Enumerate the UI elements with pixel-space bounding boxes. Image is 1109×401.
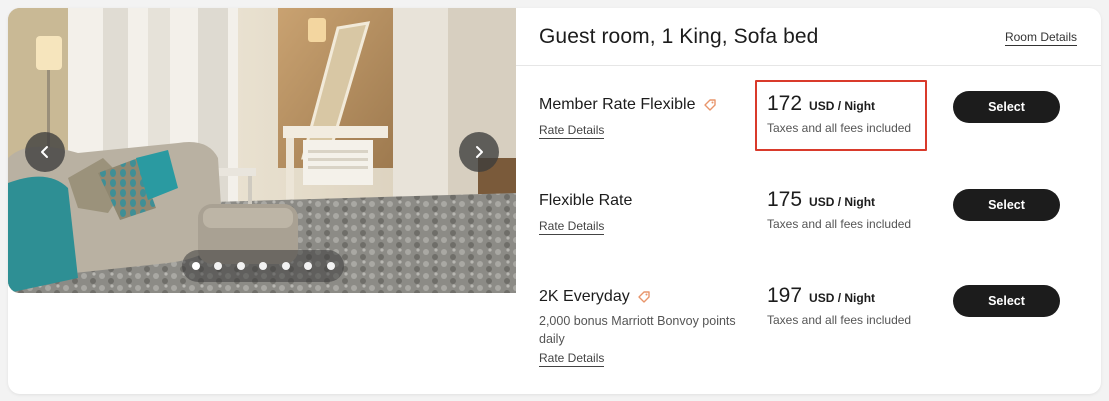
rate-row-flexible: Flexible Rate Rate Details 175 USD / Nig… (516, 162, 1101, 258)
rate-name: Member Rate Flexible (539, 96, 717, 114)
select-button[interactable]: Select (953, 285, 1060, 317)
price: 197 USD / Night (767, 284, 875, 308)
rate-name-label: Member Rate Flexible (539, 96, 696, 113)
rate-name-label: 2K Everyday (539, 288, 630, 305)
rate-name: Flexible Rate (539, 192, 632, 210)
tag-icon (703, 99, 716, 111)
rate-name-label: Flexible Rate (539, 192, 633, 209)
price-note: Taxes and all fees included (767, 313, 912, 327)
room-card: Guest room, 1 King, Sofa bed Room Detail… (8, 8, 1101, 394)
carousel-dot[interactable] (214, 262, 222, 270)
room-photo-carousel[interactable] (8, 8, 516, 293)
price-unit: USD / Night (809, 291, 876, 305)
carousel-dot[interactable] (281, 262, 290, 270)
rate-name: 2K Everyday (539, 288, 651, 306)
price-unit: USD / Night (809, 195, 876, 209)
price-amount: 197 (767, 284, 803, 307)
room-details-link[interactable]: Room Details (1004, 30, 1077, 46)
carousel-prev-button[interactable] (25, 132, 65, 172)
rate-details-link[interactable]: Rate Details (539, 351, 605, 367)
tag-icon (638, 291, 650, 303)
carousel-dot[interactable] (326, 262, 335, 270)
select-button[interactable]: Select (953, 91, 1060, 123)
rate-details-link[interactable]: Rate Details (539, 123, 605, 139)
carousel-dot[interactable] (191, 262, 200, 270)
rate-description: 2,000 bonus Marriott Bonvoy points daily (539, 314, 736, 346)
chevron-left-icon (41, 146, 48, 158)
carousel-dot[interactable] (236, 262, 245, 270)
rate-row-2k-everyday: 2K Everyday 2,000 bonus Marriott Bonvoy … (516, 258, 1101, 394)
carousel-dot[interactable] (259, 262, 267, 270)
rate-details-link[interactable]: Rate Details (539, 219, 605, 235)
carousel-next-button[interactable] (459, 132, 499, 172)
price-note: Taxes and all fees included (767, 217, 912, 231)
select-button[interactable]: Select (953, 189, 1060, 221)
price: 175 USD / Night (767, 188, 875, 212)
price-amount: 175 (767, 188, 803, 211)
carousel-pagination (182, 250, 344, 282)
price-highlight-box (755, 80, 927, 151)
room-header: Guest room, 1 King, Sofa bed Room Detail… (516, 8, 1101, 66)
chevron-right-icon (476, 146, 483, 158)
carousel-dot[interactable] (304, 262, 312, 270)
room-title: Guest room, 1 King, Sofa bed (539, 25, 819, 48)
